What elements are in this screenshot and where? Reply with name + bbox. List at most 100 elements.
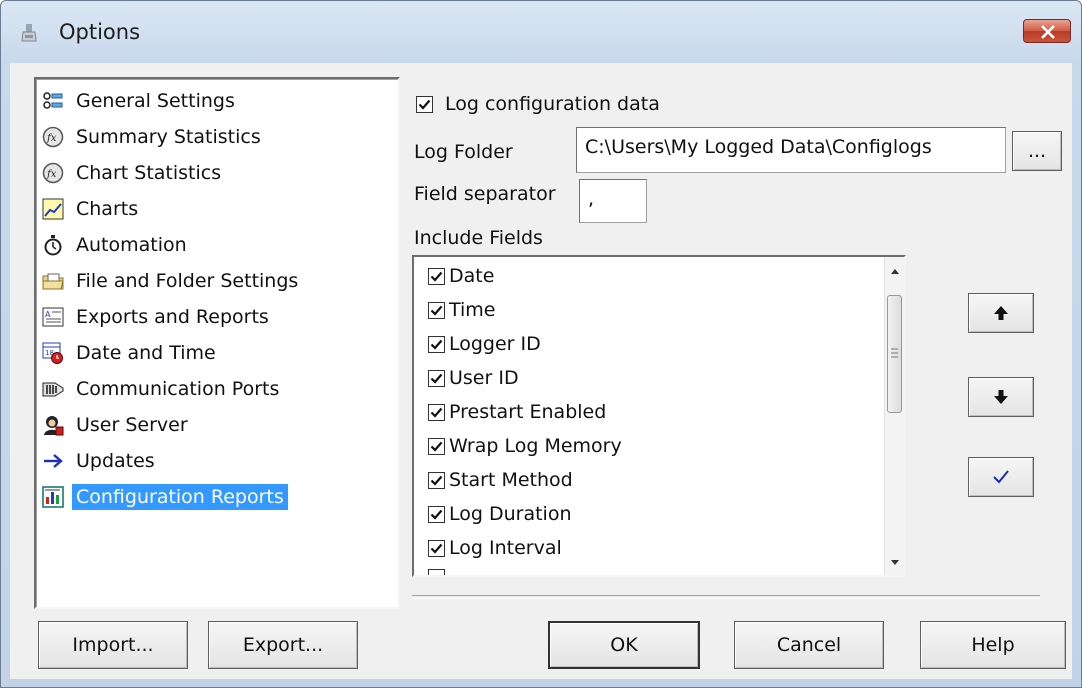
nav-label: Exports and Reports	[76, 306, 269, 328]
include-fields-label: Include Fields	[414, 227, 543, 249]
nav-label: Charts	[76, 198, 139, 220]
checkmark-icon	[430, 373, 443, 384]
log-config-label: Log configuration data	[445, 93, 660, 115]
nav-label: Configuration Reports	[72, 484, 288, 510]
include-fields-list[interactable]: Date Time Logger ID User ID Prestart Ena…	[412, 255, 906, 577]
field-checkbox[interactable]	[428, 471, 445, 489]
field-checkbox[interactable]	[428, 539, 445, 557]
arrow-right-icon	[42, 450, 64, 472]
field-label: Start Method	[449, 469, 573, 491]
options-dialog: Options General Settings fx Summary Stat…	[0, 0, 1082, 688]
nav-item-communication-ports[interactable]: Communication Ports	[42, 373, 283, 405]
field-label: Log Interval	[449, 537, 562, 559]
folder-icon	[42, 270, 64, 292]
nav-label: Summary Statistics	[76, 126, 261, 148]
field-row-user-id[interactable]: User ID	[428, 363, 519, 393]
field-checkbox[interactable]	[428, 267, 445, 285]
checkmark-icon	[430, 441, 443, 452]
field-separator-input[interactable]: ,	[579, 179, 647, 223]
nav-label: Communication Ports	[76, 378, 280, 400]
partial-field-checkbox	[428, 569, 445, 575]
field-row-time[interactable]: Time	[428, 295, 496, 325]
stopwatch-icon	[42, 234, 64, 256]
field-row-log-interval[interactable]: Log Interval	[428, 533, 562, 563]
checkmark-icon	[430, 305, 443, 316]
field-row-prestart-enabled[interactable]: Prestart Enabled	[428, 397, 606, 427]
scroll-thumb[interactable]	[887, 295, 902, 413]
field-row-wrap-log-memory[interactable]: Wrap Log Memory	[428, 431, 622, 461]
help-button[interactable]: Help	[920, 621, 1066, 669]
field-checkbox[interactable]	[428, 301, 445, 319]
import-button[interactable]: Import...	[38, 621, 188, 669]
report-icon: A	[42, 306, 64, 328]
move-down-button[interactable]	[968, 377, 1034, 417]
general-settings-icon	[42, 90, 64, 112]
field-label: User ID	[449, 367, 519, 389]
export-button[interactable]: Export...	[208, 621, 358, 669]
separator	[412, 595, 1040, 599]
checkmark-icon	[418, 99, 431, 110]
port-icon	[42, 378, 64, 400]
calendar-clock-icon: 18	[42, 342, 64, 364]
field-row-date[interactable]: Date	[428, 261, 494, 291]
nav-item-updates[interactable]: Updates	[42, 445, 159, 477]
nav-label: Chart Statistics	[76, 162, 222, 184]
cancel-button[interactable]: Cancel	[734, 621, 884, 669]
category-list[interactable]: General Settings fx Summary Statistics f…	[34, 77, 400, 609]
nav-item-charts[interactable]: Charts	[42, 193, 142, 225]
nav-label: File and Folder Settings	[76, 270, 299, 292]
move-up-button[interactable]	[968, 293, 1034, 333]
select-all-button[interactable]	[968, 457, 1034, 497]
field-checkbox[interactable]	[428, 505, 445, 523]
scroll-down-icon	[891, 560, 899, 565]
browse-folder-button[interactable]: ...	[1012, 131, 1062, 171]
user-server-icon	[42, 414, 64, 436]
scroll-up-icon	[891, 269, 899, 274]
nav-item-chart-statistics[interactable]: fx Chart Statistics	[42, 157, 225, 189]
field-checkbox[interactable]	[428, 335, 445, 353]
field-checkbox[interactable]	[428, 369, 445, 387]
log-folder-input[interactable]: C:\Users\My Logged Data\Configlogs	[576, 127, 1006, 173]
chart-icon	[42, 198, 64, 220]
field-label: Prestart Enabled	[449, 401, 607, 423]
nav-item-configuration-reports[interactable]: Configuration Reports	[42, 481, 288, 513]
nav-item-general-settings[interactable]: General Settings	[42, 85, 239, 117]
scroll-up-button[interactable]	[885, 263, 904, 277]
log-folder-label: Log Folder	[414, 141, 513, 163]
close-icon	[1041, 25, 1055, 39]
close-button[interactable]	[1023, 19, 1071, 43]
nav-label: User Server	[76, 414, 188, 436]
ok-button[interactable]: OK	[548, 621, 700, 669]
field-checkbox[interactable]	[428, 437, 445, 455]
nav-item-exports-and-reports[interactable]: A Exports and Reports	[42, 301, 273, 333]
log-config-checkbox-row[interactable]: Log configuration data	[416, 93, 660, 115]
log-config-checkbox[interactable]	[416, 95, 433, 113]
field-row-start-method[interactable]: Start Method	[428, 465, 573, 495]
field-label: Time	[449, 299, 496, 321]
fx-icon: fx	[42, 126, 64, 148]
field-checkbox[interactable]	[428, 403, 445, 421]
checkmark-icon	[993, 470, 1009, 484]
field-row-log-duration[interactable]: Log Duration	[428, 499, 572, 529]
field-label: Log Duration	[449, 503, 572, 525]
field-row-logger-id[interactable]: Logger ID	[428, 329, 541, 359]
arrow-down-icon	[994, 390, 1008, 404]
nav-item-file-and-folder-settings[interactable]: File and Folder Settings	[42, 265, 302, 297]
nav-item-automation[interactable]: Automation	[42, 229, 191, 261]
title-bar[interactable]: Options	[1, 1, 1081, 63]
dialog-body: General Settings fx Summary Statistics f…	[10, 63, 1072, 679]
nav-item-date-and-time[interactable]: 18 Date and Time	[42, 337, 220, 369]
nav-item-user-server[interactable]: User Server	[42, 409, 192, 441]
svg-text:A: A	[45, 310, 51, 319]
scroll-down-button[interactable]	[885, 555, 904, 569]
field-label: Logger ID	[449, 333, 541, 355]
field-separator-label: Field separator	[414, 183, 556, 205]
checkmark-icon	[430, 509, 443, 520]
checkmark-icon	[430, 475, 443, 486]
checkmark-icon	[430, 271, 443, 282]
field-label: Date	[449, 265, 495, 287]
checkmark-icon	[430, 407, 443, 418]
nav-item-summary-statistics[interactable]: fx Summary Statistics	[42, 121, 265, 153]
fields-scrollbar[interactable]	[884, 257, 904, 575]
app-icon	[19, 23, 39, 43]
